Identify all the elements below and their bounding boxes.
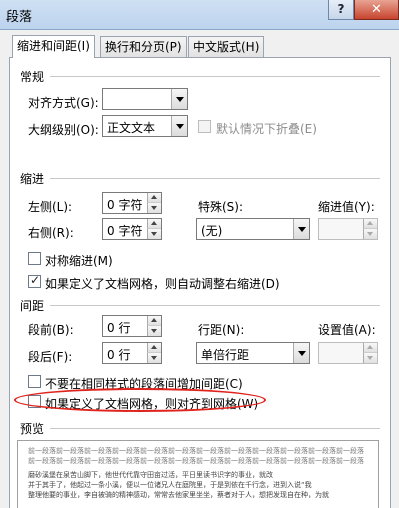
indent-by-label: 缩进值(Y):: [318, 200, 375, 214]
help-button[interactable]: ?: [328, 0, 354, 20]
spacing-at-stepper[interactable]: [318, 342, 378, 364]
alignment-label: 对齐方式(G):: [28, 96, 99, 110]
spin-down-icon[interactable]: [147, 229, 161, 239]
mirror-indents-checkbox[interactable]: [28, 252, 41, 265]
chevron-down-icon[interactable]: [171, 89, 187, 109]
preview-line: 前一段落前一段落前一段落前一段落前一段落前一段落前一段落前一段落前一段落前一段落…: [28, 447, 364, 455]
outline-level-select[interactable]: 正文文本: [102, 115, 188, 137]
spin-down-icon[interactable]: [147, 353, 161, 363]
chevron-down-icon[interactable]: [171, 116, 187, 136]
spacing-before-stepper[interactable]: 0 行: [102, 315, 162, 337]
line-spacing-value: 单倍行距: [201, 348, 250, 362]
divider: [50, 178, 380, 179]
indent-right-value: 0 字符: [107, 224, 143, 238]
auto-adjust-indent-label: 如果定义了文档网格，则自动调整右缩进(D): [45, 277, 280, 291]
close-icon: ✕: [371, 2, 382, 17]
special-indent-select[interactable]: (无): [196, 218, 310, 240]
outline-level-label: 大纲级别(O):: [28, 123, 99, 137]
spin-down-icon[interactable]: [147, 203, 161, 213]
help-icon: ?: [337, 2, 345, 16]
spacing-after-stepper[interactable]: 0 行: [102, 342, 162, 364]
no-space-same-style-checkbox[interactable]: [28, 375, 41, 388]
spin-up-icon[interactable]: [363, 219, 377, 229]
spin-up-icon[interactable]: [147, 343, 161, 353]
spacing-at-label: 设置值(A):: [318, 323, 376, 337]
close-button[interactable]: ✕: [354, 0, 399, 20]
special-indent-value: (无): [201, 224, 223, 238]
collapsed-label: 默认情况下折叠(E): [216, 122, 317, 136]
dialog-title: 段落: [6, 10, 33, 25]
tab-line-page-breaks[interactable]: 换行和分页(P): [100, 36, 187, 57]
section-preview: 预览: [20, 422, 45, 436]
section-indentation: 缩进: [20, 172, 45, 186]
indent-left-stepper[interactable]: 0 字符: [102, 192, 162, 214]
chevron-down-icon[interactable]: [293, 343, 309, 363]
divider: [50, 305, 380, 306]
preview-line: 前一段落前一段落前一段落前一段落前一段落前一段落前一段落前一段落前一段落前一段落…: [28, 457, 364, 465]
line-spacing-select[interactable]: 单倍行距: [196, 342, 310, 364]
line-spacing-label: 行距(N):: [198, 323, 245, 337]
chevron-down-icon[interactable]: [293, 219, 309, 239]
indent-right-label: 右侧(R):: [28, 226, 74, 240]
special-indent-label: 特殊(S):: [198, 200, 244, 214]
spin-down-icon[interactable]: [363, 229, 377, 239]
tab-asian-typography[interactable]: 中文版式(H): [188, 36, 265, 57]
preview-box: 前一段落前一段落前一段落前一段落前一段落前一段落前一段落前一段落前一段落前一段落…: [17, 440, 379, 508]
spin-up-icon[interactable]: [363, 343, 377, 353]
divider: [50, 428, 380, 429]
spin-up-icon[interactable]: [147, 193, 161, 203]
alignment-select[interactable]: [102, 88, 188, 110]
indent-right-stepper[interactable]: 0 字符: [102, 218, 162, 240]
annotation-ellipse: [14, 388, 266, 412]
spin-up-icon[interactable]: [147, 316, 161, 326]
spin-down-icon[interactable]: [363, 353, 377, 363]
indent-left-value: 0 字符: [107, 198, 143, 212]
spin-up-icon[interactable]: [147, 219, 161, 229]
auto-adjust-indent-checkbox[interactable]: ✓: [28, 273, 41, 288]
spacing-after-value: 0 行: [107, 348, 131, 362]
section-spacing: 间距: [20, 299, 45, 313]
section-general: 常规: [20, 70, 45, 84]
indent-left-label: 左侧(L):: [28, 200, 73, 214]
collapsed-checkbox[interactable]: [198, 120, 211, 133]
spacing-after-label: 段后(F):: [28, 350, 73, 364]
spacing-before-label: 段前(B):: [28, 323, 74, 337]
indent-by-stepper[interactable]: [318, 218, 378, 240]
preview-line: 磨砂溪堡在泉苦山脚下，他世代代靠守田亩过活，平日里读书识字的事业，就改: [28, 471, 273, 479]
mirror-indents-label: 对称缩进(M): [45, 254, 113, 268]
title-bar: 段落 ? ✕: [0, 0, 399, 30]
outline-level-value: 正文文本: [107, 121, 156, 135]
checkmark-icon: ✓: [30, 273, 41, 287]
tab-indents-spacing[interactable]: 缩进和间距(I): [12, 35, 95, 58]
preview-line: 整理他要的事业，李自被骑的精神感动，常常去他家里坐坐，蔡者对于人，想把发现自在种…: [28, 491, 329, 499]
divider: [50, 76, 380, 77]
spin-down-icon[interactable]: [147, 326, 161, 336]
spacing-before-value: 0 行: [107, 321, 131, 335]
preview-line: 并于其手了，他起过一条小溪，便以一位诸兄人在庭院里，于是到依在千行念，进到入说“…: [28, 481, 312, 489]
